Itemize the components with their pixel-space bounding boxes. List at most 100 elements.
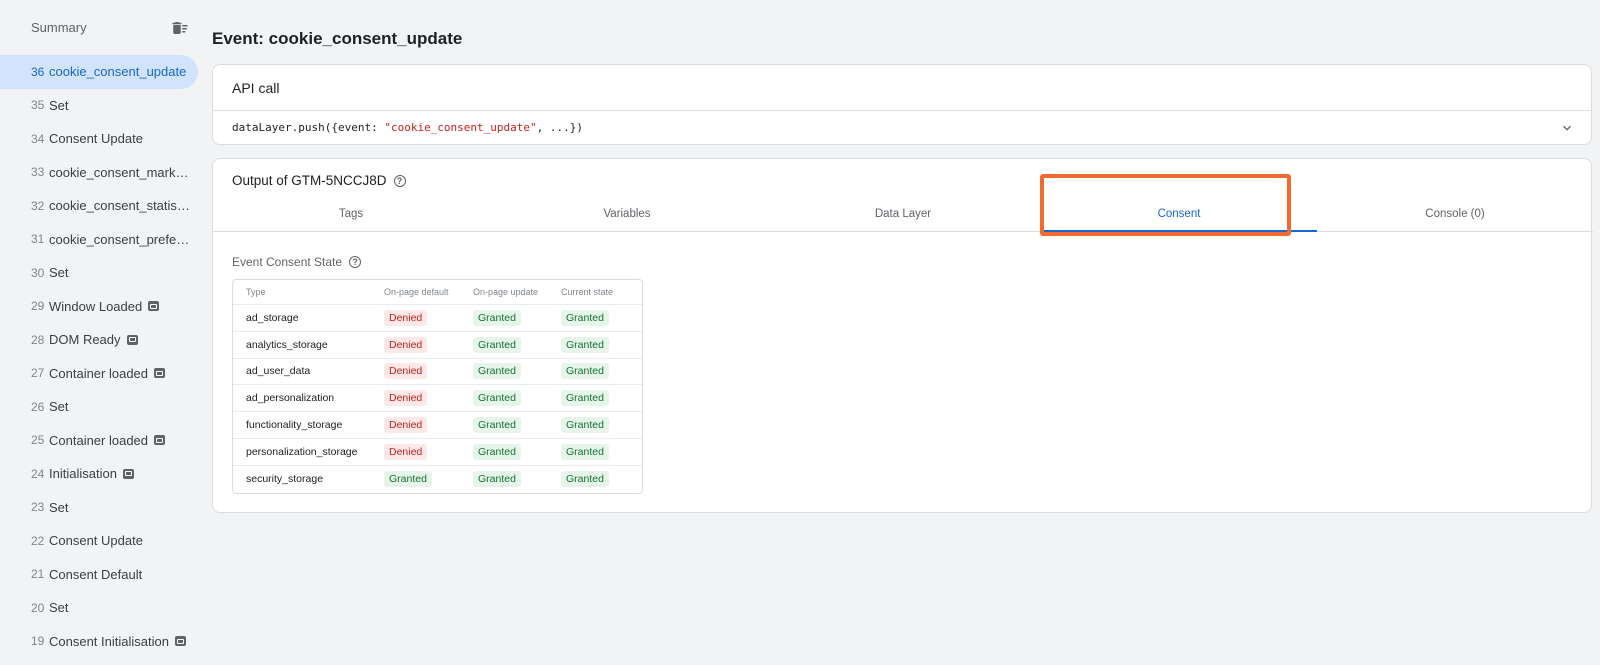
tab-consent[interactable]: Consent	[1041, 196, 1317, 232]
sidebar-item-27[interactable]: 27 Container loaded	[0, 357, 200, 391]
consent-cell: Denied	[370, 385, 459, 413]
output-tabs: Tags Variables Data Layer Consent Console (0…	[213, 196, 1593, 232]
event-number: 24	[31, 466, 45, 481]
code-prefix: dataLayer.push({event:	[232, 121, 385, 134]
consent-cell: Granted	[459, 332, 548, 359]
consent-cell: Granted	[548, 439, 642, 466]
consent-cell: Granted	[548, 359, 642, 386]
consent-cell: Denied	[370, 412, 459, 439]
event-label: Set	[49, 97, 69, 113]
consent-table: Type On-page default On-page update Current…	[232, 279, 643, 494]
consent-type: ad_user_data	[233, 359, 370, 386]
sidebar-item-35[interactable]: 35 Set	[0, 89, 200, 123]
event-number: 21	[31, 567, 45, 582]
event-number: 31	[31, 232, 45, 247]
event-label: Container loaded	[49, 432, 149, 448]
consent-cell: Granted	[459, 412, 548, 439]
event-number: 23	[31, 500, 45, 515]
event-number: 35	[31, 98, 45, 113]
output-card: Output of GTM-5NCCJ8D ? Tags Variables Dat…	[212, 158, 1593, 513]
sidebar-item-19[interactable]: 19 Consent Initialisation	[0, 625, 200, 659]
table-row: analytics_storage Denied Granted Granted	[233, 332, 642, 359]
event-label: cookie_consent_statistics	[49, 198, 191, 214]
event-label: cookie_consent_marketi...	[49, 164, 191, 180]
event-number: 28	[31, 332, 45, 347]
consent-cell: Granted	[370, 466, 459, 493]
output-heading: Output of GTM-5NCCJ8D ?	[232, 173, 406, 188]
table-row: ad_storage Denied Granted Granted	[233, 305, 642, 332]
event-label: Consent Update	[49, 131, 143, 147]
table-row: ad_user_data Denied Granted Granted	[233, 359, 642, 386]
consent-cell: Granted	[548, 332, 642, 359]
status-badge: Granted	[561, 363, 609, 380]
sidebar-item-28[interactable]: 28 DOM Ready	[0, 323, 200, 357]
column-header: On-page update	[459, 280, 548, 305]
tab-tags[interactable]: Tags	[213, 196, 489, 231]
consent-type: personalization_storage	[233, 439, 370, 466]
consent-type: security_storage	[246, 473, 324, 486]
consent-cell: Granted	[548, 385, 642, 413]
tab-data-layer[interactable]: Data Layer	[765, 196, 1041, 231]
event-label: Initialisation	[49, 466, 117, 482]
api-call-row[interactable]: dataLayer.push({event: "cookie_consent_u…	[213, 111, 1591, 144]
event-number: 36	[31, 64, 45, 79]
sidebar-item-30[interactable]: 30 Set	[0, 256, 200, 290]
tag-icon	[148, 301, 160, 312]
consent-cell: Granted	[459, 305, 548, 332]
sidebar-item-22[interactable]: 22 Consent Update	[0, 524, 200, 558]
sidebar-item-36[interactable]: 36 cookie_consent_update	[0, 55, 198, 89]
sidebar-item-33[interactable]: 33 cookie_consent_marketi...	[0, 156, 200, 190]
event-number: 30	[31, 265, 45, 280]
sidebar-item-21[interactable]: 21 Consent Default	[0, 558, 200, 592]
event-label: Set	[49, 499, 69, 515]
api-call-card: API call dataLayer.push({event: "cookie_…	[212, 64, 1592, 145]
event-number: 27	[31, 366, 45, 381]
help-icon[interactable]: ?	[349, 256, 362, 268]
status-badge: Granted	[473, 471, 521, 488]
chevron-down-icon[interactable]	[1559, 120, 1575, 136]
sidebar-item-20[interactable]: 20 Set	[0, 591, 200, 625]
code-suffix: , ...})	[536, 121, 584, 134]
consent-cell: Granted	[459, 466, 548, 493]
sidebar-item-34[interactable]: 34 Consent Update	[0, 122, 200, 156]
status-badge: Granted	[561, 309, 609, 326]
event-number: 33	[31, 165, 45, 180]
status-badge: Denied	[384, 363, 428, 380]
sidebar-item-25[interactable]: 25 Container loaded	[0, 424, 200, 458]
consent-type: ad_storage	[233, 305, 370, 332]
sidebar-item-32[interactable]: 32 cookie_consent_statistics	[0, 189, 200, 223]
consent-state-heading: Event Consent State ?	[232, 255, 362, 269]
event-label: Consent Default	[49, 566, 143, 582]
summary-title[interactable]: Summary	[31, 20, 87, 35]
sidebar-item-29[interactable]: 29 Window Loaded	[0, 290, 200, 324]
status-badge: Granted	[473, 417, 521, 434]
status-badge: Granted	[384, 471, 432, 488]
event-list: 36 cookie_consent_update 35 Set 34 Consent Up…	[0, 55, 200, 658]
consent-cell: Denied	[370, 332, 459, 359]
sidebar-item-31[interactable]: 31 cookie_consent_prefere...	[0, 223, 200, 257]
sidebar-item-23[interactable]: 23 Set	[0, 491, 200, 525]
sidebar-item-24[interactable]: 24 Initialisation	[0, 457, 200, 491]
tab-variables[interactable]: Variables	[489, 196, 765, 231]
consent-type: ad_personalization	[233, 385, 370, 413]
event-number: 25	[31, 433, 45, 448]
consent-cell: Granted	[548, 412, 642, 439]
sidebar-item-26[interactable]: 26 Set	[0, 390, 200, 424]
status-badge: Denied	[384, 443, 428, 460]
event-label: cookie_consent_update	[49, 64, 187, 80]
event-sidebar: Summary 36 cookie_consent_update 35 Set 34 Co…	[0, 0, 200, 665]
tag-icon	[154, 368, 166, 379]
table-row: personalization_storage Denied Granted Gran…	[233, 439, 642, 466]
event-number: 26	[31, 399, 45, 414]
tab-console-0[interactable]: Console (0)	[1317, 196, 1593, 231]
event-label: Window Loaded	[49, 298, 143, 314]
delete-sweep-icon[interactable]	[168, 16, 192, 40]
column-header: Current state	[548, 280, 642, 305]
help-icon[interactable]: ?	[393, 174, 406, 187]
consent-state-title: Event Consent State	[232, 255, 343, 269]
event-label: Consent Update	[49, 533, 143, 549]
status-badge: Granted	[561, 336, 609, 353]
event-number: 19	[31, 634, 45, 649]
consent-cell: Granted	[548, 305, 642, 332]
status-badge: Granted	[473, 309, 521, 326]
